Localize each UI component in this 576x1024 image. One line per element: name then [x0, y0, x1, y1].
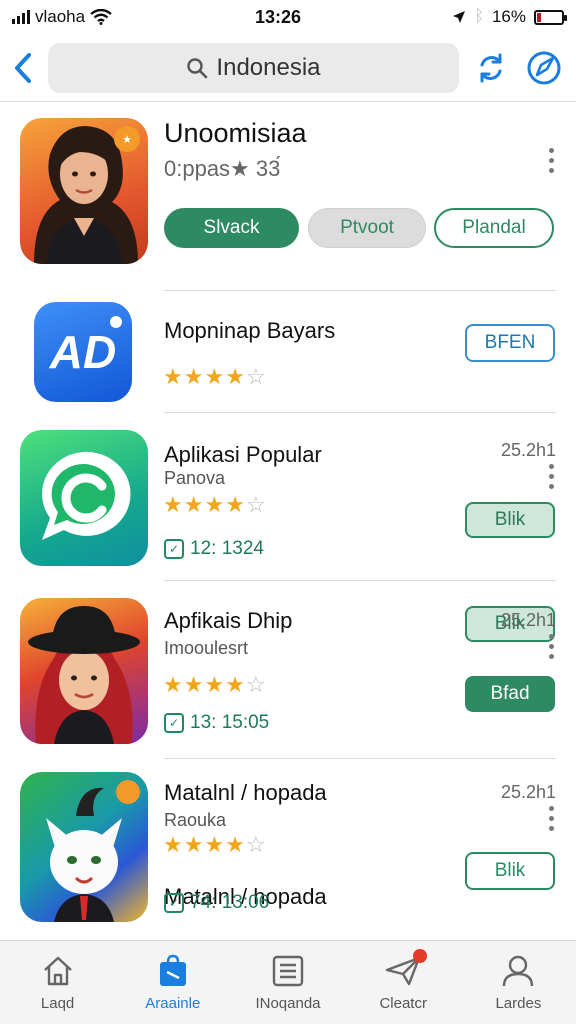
nav-item-send[interactable]: Cleatcr	[346, 941, 461, 1024]
featured-secondary-button[interactable]: Ptvoot	[308, 208, 426, 248]
notification-badge-icon: ★	[114, 126, 140, 152]
get-button[interactable]: Blik	[465, 852, 555, 890]
featured-primary-button[interactable]: Slvack	[164, 208, 299, 248]
app-size: 25.2h1	[500, 440, 556, 460]
battery-fill	[537, 12, 541, 22]
clock: 13:26	[254, 6, 302, 27]
carrier-label: vlaoha	[35, 7, 86, 26]
home-icon	[40, 953, 76, 989]
list-item[interactable]: AD Mopninap Bayars ★ ★ ★ ★ ☆ BFEN	[0, 290, 576, 412]
more-options-button[interactable]	[546, 464, 556, 489]
search-field[interactable]: Indonesia	[47, 42, 460, 93]
nav-item-list[interactable]: INoqanda	[230, 941, 345, 1024]
list-item[interactable]: Apfikais Dhip Imooulesrt ★ ★ ★ ★ ☆ 25.2h1	[0, 580, 576, 758]
search-icon	[187, 57, 208, 78]
nav-label: INoqanda	[255, 995, 321, 1012]
app-icon-ad: AD	[34, 302, 132, 402]
nav-item-profile[interactable]: Lardes	[461, 941, 576, 1024]
rating-stars: ★ ★ ★ ★ ☆	[163, 672, 266, 697]
rating-stars: ★ ★ ★ ★ ☆	[163, 832, 266, 857]
woman-hat-avatar-icon	[28, 606, 140, 744]
signal-icon	[12, 10, 30, 24]
rating-stars: ★ ★ ★ ★ ☆	[163, 364, 266, 389]
list-item[interactable]: Aplikasi Popular Panova ★ ★ ★ ★ ☆ ✓ 12: 1324…	[0, 412, 576, 642]
get-button[interactable]: Blik	[465, 502, 555, 538]
open-button[interactable]: BFEN	[465, 324, 555, 362]
nav-label: Laqd	[40, 995, 75, 1012]
app-subtitle: Imooulesrt	[164, 638, 249, 658]
app-size: 25.2h1	[500, 610, 556, 630]
app-title: Aplikasi Popular	[164, 442, 322, 467]
app-meta: ✓ 12: 1324	[164, 538, 264, 560]
calendar-icon: ✓	[164, 893, 184, 913]
nav-item-apps[interactable]: Araainle	[115, 941, 230, 1024]
app-title: Mopninap Bayars	[164, 318, 336, 343]
app-icon-cat	[20, 772, 148, 922]
battery-percent: 16%	[491, 7, 526, 26]
chevron-left-icon	[14, 52, 31, 83]
person-icon	[500, 953, 536, 989]
calendar-icon: ✓	[164, 713, 184, 733]
app-icon-redhead	[20, 598, 148, 744]
refresh-button[interactable]	[469, 46, 512, 90]
send-icon	[385, 949, 428, 989]
app-meta-text: 74: 13:06	[190, 892, 270, 913]
app-size: 25.2h1	[500, 782, 556, 802]
chat-bubble-icon	[42, 451, 131, 540]
app-meta-text: 12: 1324	[190, 538, 264, 559]
search-text: Indonesia	[216, 53, 321, 81]
back-button[interactable]	[10, 48, 36, 88]
app-meta-text: 13: 15:05	[190, 712, 270, 733]
notification-dot	[413, 949, 428, 963]
nav-label: Lardes	[495, 995, 542, 1012]
calendar-icon: ✓	[164, 539, 184, 559]
location-icon	[453, 11, 466, 23]
featured-app-row[interactable]: ★ Unoomisiaa 0:ppas★ 33́ Slvack Ptvoot P…	[0, 104, 576, 290]
battery-icon	[534, 9, 567, 25]
featured-rating: 0:ppas★ 33́	[164, 156, 281, 181]
compass-icon	[527, 51, 561, 84]
app-meta: ✓ 13: 15:05	[164, 712, 269, 734]
app-subtitle: Panova	[164, 468, 226, 488]
nav-item-home[interactable]: Laqd	[0, 941, 115, 1024]
nav-label: Cleatcr	[379, 995, 427, 1012]
compass-button[interactable]	[523, 46, 566, 90]
get-button[interactable]: Bfad	[465, 676, 555, 712]
app-icon-chat	[20, 430, 148, 566]
nav-label: Araainle	[145, 995, 201, 1012]
list-icon	[270, 953, 306, 989]
more-options-button[interactable]	[546, 806, 556, 831]
app-title: Apfikais Dhip	[164, 608, 293, 633]
featured-app-title: Unoomisiaa	[164, 118, 307, 148]
app-meta: ✓ 74: 13:06	[164, 892, 269, 914]
more-options-button[interactable]	[546, 634, 556, 659]
more-options-button[interactable]	[546, 148, 556, 173]
notification-badge-icon	[116, 780, 140, 804]
bluetooth-icon: ᛒ	[474, 8, 484, 25]
refresh-icon	[480, 53, 502, 82]
status-bar: vlaoha 13:26 ᛒ 16%	[0, 0, 576, 34]
rating-stars: ★ ★ ★ ★ ☆	[163, 492, 266, 517]
app-subtitle: Raouka	[164, 810, 227, 830]
top-bar: Indonesia	[0, 34, 576, 102]
bag-icon	[155, 953, 191, 989]
wifi-icon	[90, 9, 112, 25]
featured-app-icon: ★	[20, 118, 148, 264]
app-title: Matalnl / hopada	[164, 780, 327, 805]
featured-outline-button[interactable]: Plandal	[434, 208, 554, 248]
bottom-nav: Laqd Araainle INoqanda Cleatcr Lardes	[0, 940, 576, 1024]
